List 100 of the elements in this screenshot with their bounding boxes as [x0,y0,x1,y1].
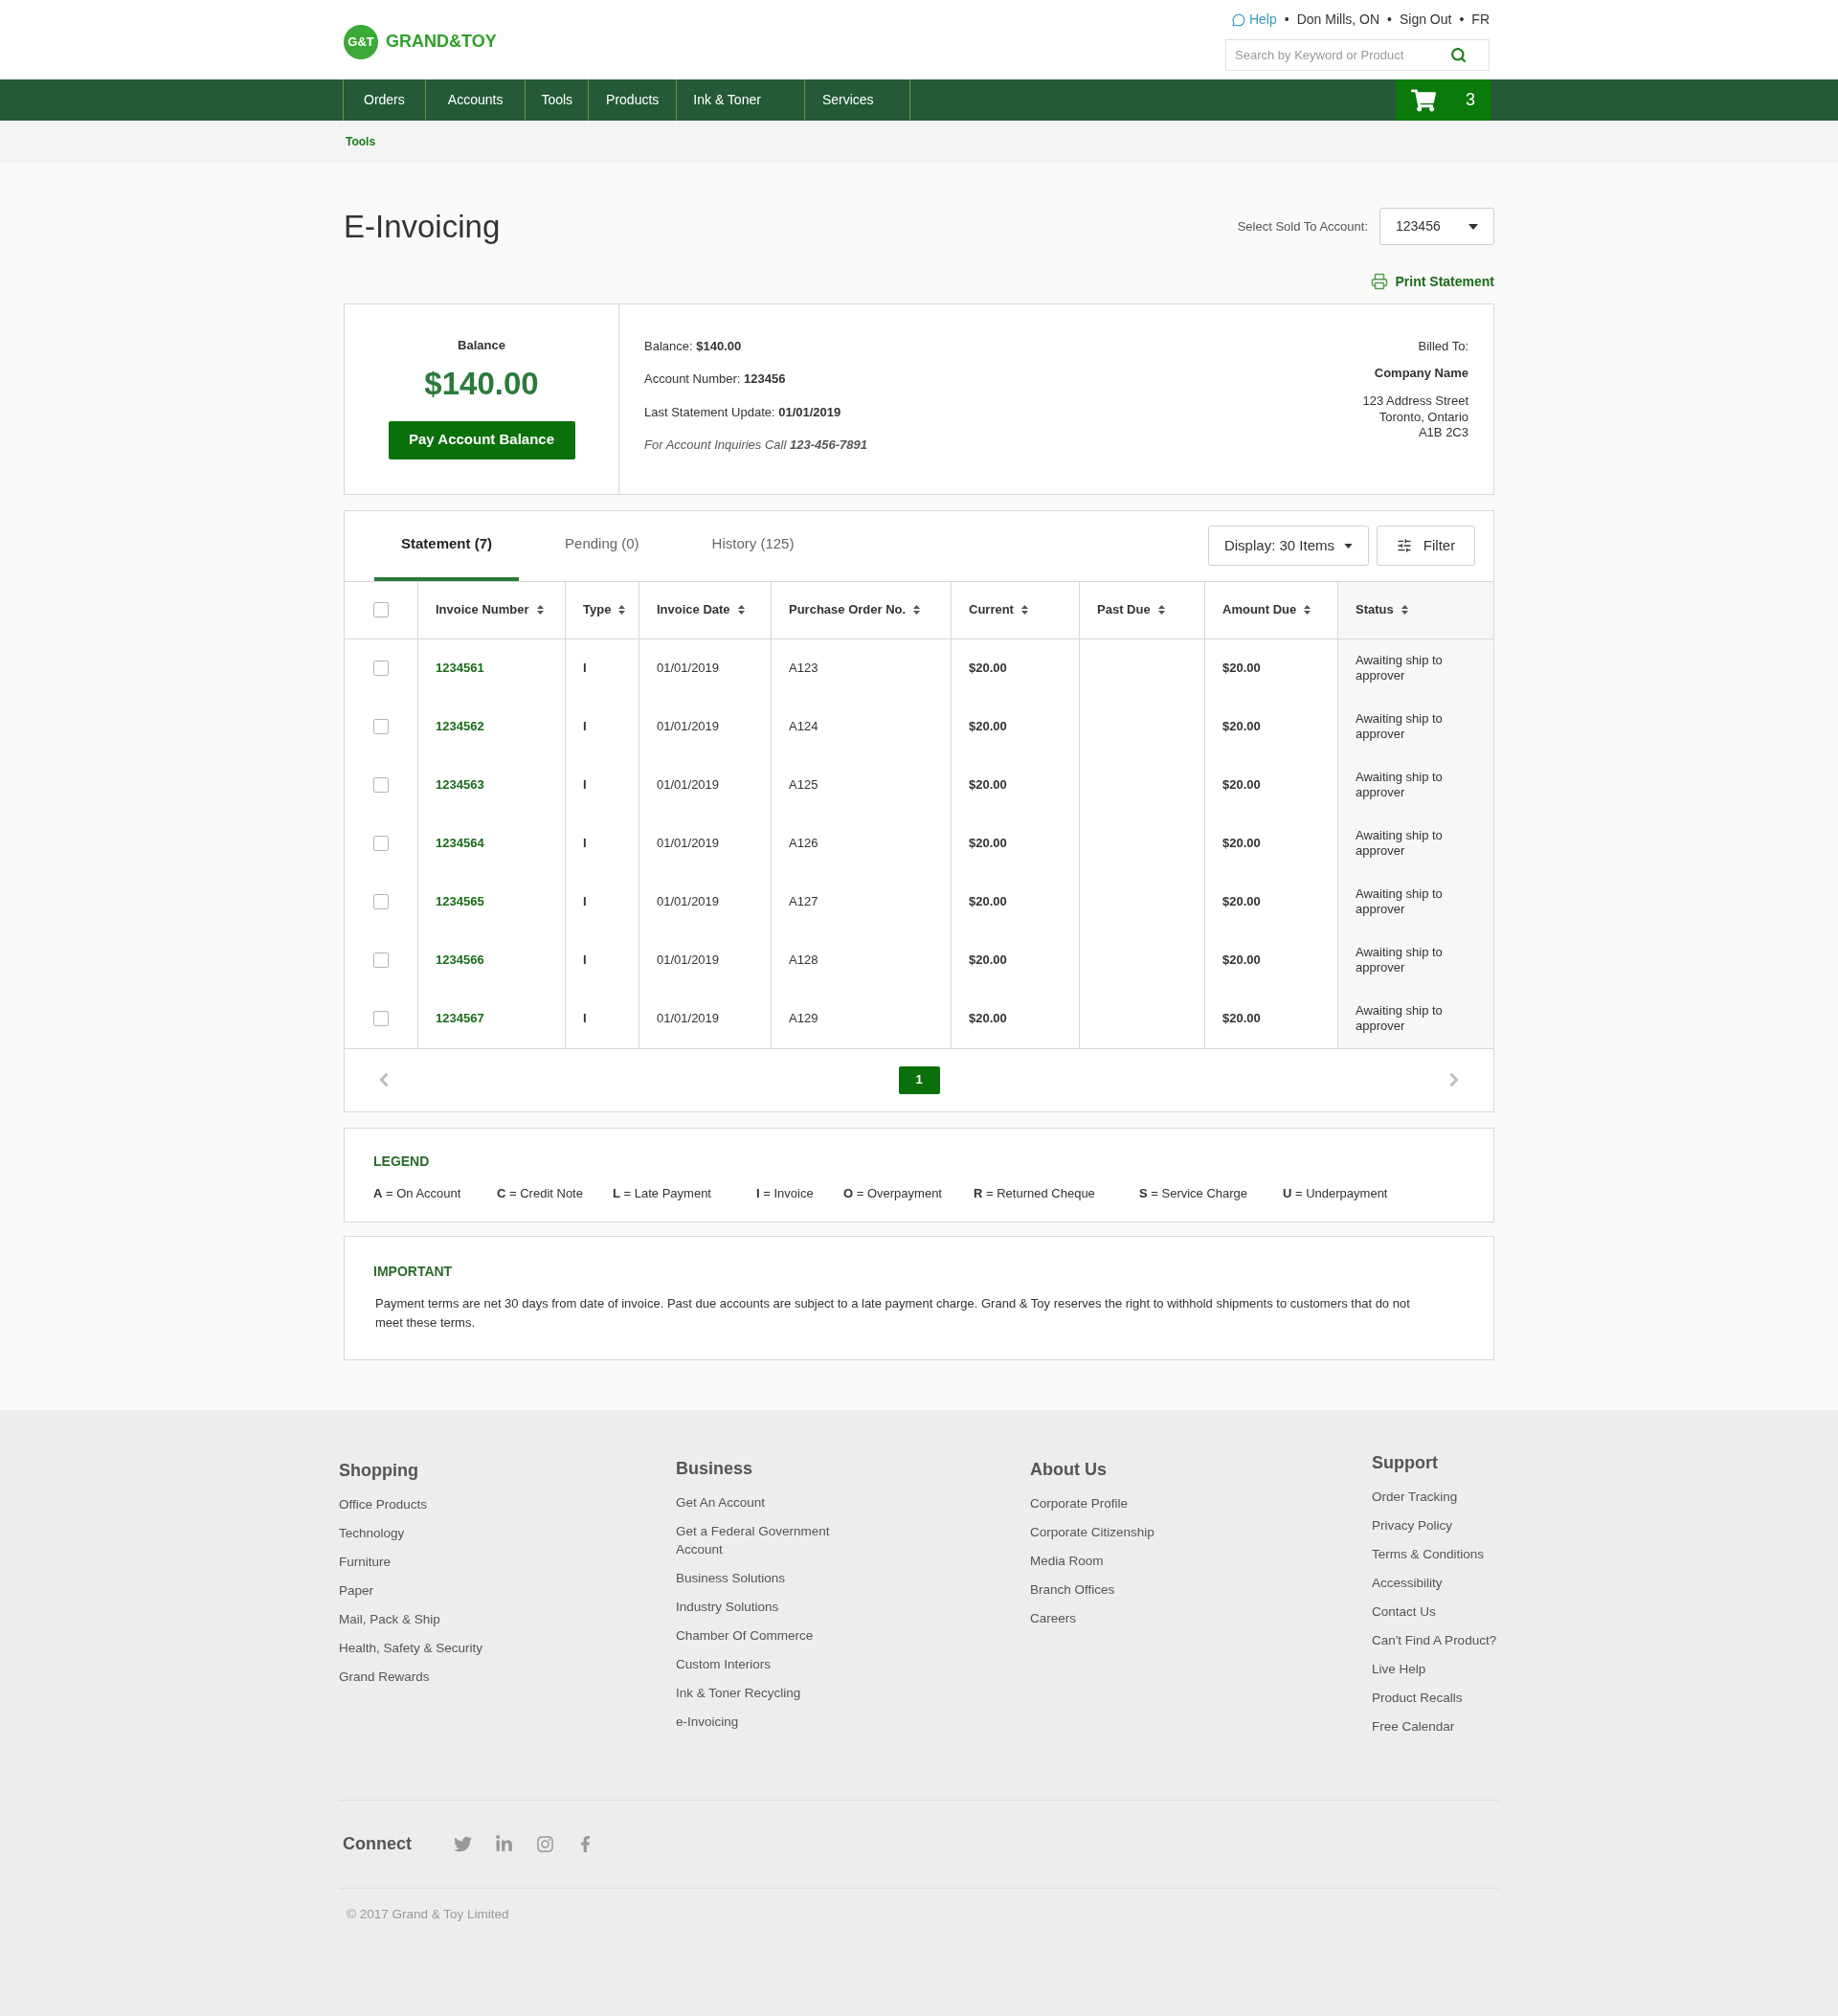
invoice-link[interactable]: 1234565 [436,892,484,911]
table-cell-text: A125 [789,776,818,795]
column-header[interactable]: Current [952,581,1080,638]
footer-link[interactable]: Technology [339,1523,521,1542]
table-cell-text: I [583,893,587,911]
instagram-icon[interactable] [536,1834,554,1853]
footer-link[interactable]: Corporate Profile [1030,1493,1212,1512]
column-header[interactable]: Invoice Number [418,581,566,638]
display-select[interactable]: Display: 30 Items [1207,526,1369,566]
filter-button[interactable]: Filter [1377,526,1475,566]
invoice-link[interactable]: 1234564 [436,834,484,853]
print-statement-link[interactable]: Print Statement [1370,271,1494,292]
column-header[interactable]: Invoice Date [639,581,772,638]
footer-link[interactable]: Live Help [1372,1659,1554,1678]
account-detail: Account Number: 123456 [644,370,787,388]
sign-out-link[interactable]: Sign Out [1399,10,1452,30]
footer-link[interactable]: Get a Federal Government Account [676,1521,858,1558]
sort-icon [618,605,626,615]
location-text: Don Mills, ON [1296,11,1380,29]
tab[interactable]: History (125) [684,510,821,581]
table-cell-text: 01/01/2019 [657,718,720,736]
checkbox[interactable] [373,661,389,676]
balance-amount: $140.00 [424,365,539,403]
table-cell-text: $20.00 [1222,1010,1261,1028]
checkbox[interactable] [373,836,389,851]
linkedin-icon[interactable] [495,1834,513,1853]
sort-icon [1157,605,1165,615]
invoice-link[interactable]: 1234566 [436,951,484,970]
legend-item: A = On Account [373,1184,462,1202]
footer-link[interactable]: Health, Safety & Security [339,1638,521,1657]
table-cell-text: A126 [789,835,818,853]
table-cell-text: 01/01/2019 [657,660,720,678]
footer-link[interactable]: Accessibility [1372,1573,1554,1592]
footer-link[interactable]: Product Recalls [1372,1688,1554,1707]
table-cell-text: Awaiting ship to approver [1356,886,1444,917]
footer-heading: Business [676,1457,754,1480]
footer-link[interactable]: Chamber Of Commerce [676,1625,858,1645]
checkbox[interactable] [373,894,389,909]
checkbox[interactable] [373,719,389,734]
table-cell-text: 01/01/2019 [657,776,720,795]
invoice-link[interactable]: 1234562 [436,717,484,736]
footer-link[interactable]: Privacy Policy [1372,1515,1554,1534]
invoice-link[interactable]: 1234561 [436,659,484,678]
language-link[interactable]: FR [1471,10,1490,30]
footer-link[interactable]: Furniture [339,1552,521,1571]
legend-item: C = Credit Note [497,1184,584,1202]
footer-link[interactable]: Business Solutions [676,1568,858,1587]
footer-link[interactable]: Careers [1030,1608,1212,1627]
footer-heading: About Us [1030,1458,1108,1481]
cart-count: 3 [1466,89,1475,111]
column-header[interactable]: Past Due [1080,581,1205,638]
table-cell-text: $20.00 [969,835,1007,853]
tab[interactable]: Pending (0) [538,510,666,581]
footer-link[interactable]: Contact Us [1372,1602,1554,1621]
address-line: 123 Address Street [1362,392,1468,410]
table-cell-text: I [583,660,587,678]
footer-link[interactable]: e-Invoicing [676,1712,858,1731]
search-field[interactable]: Search by Keyword or Product [1225,39,1490,71]
footer-link[interactable]: Corporate Citizenship [1030,1522,1212,1541]
table-cell-text: $20.00 [969,718,1007,736]
invoice-link[interactable]: 1234563 [436,775,484,795]
column-header[interactable]: Purchase Order No. [772,581,952,638]
breadcrumb-link[interactable]: Tools [346,133,376,150]
sort-icon [1304,605,1311,615]
checkbox[interactable] [373,602,389,617]
footer-link[interactable]: Office Products [339,1494,521,1513]
connect-label: Connect [343,1832,412,1855]
table-cell-text: 01/01/2019 [657,952,720,970]
footer-heading: Support [1372,1451,1439,1474]
twitter-icon[interactable] [454,1834,472,1853]
column-header[interactable]: Status [1338,581,1493,638]
footer-link[interactable]: Custom Interiors [676,1654,858,1673]
footer-link[interactable]: Media Room [1030,1551,1212,1570]
footer-link[interactable]: Order Tracking [1372,1487,1554,1506]
checkbox[interactable] [373,777,389,793]
column-header[interactable]: Type [566,581,639,638]
account-select[interactable]: 123456 [1379,208,1494,246]
footer-link[interactable]: Industry Solutions [676,1597,858,1616]
invoice-link[interactable]: 1234567 [436,1009,484,1028]
footer-link[interactable]: Mail, Pack & Ship [339,1609,521,1628]
footer-link[interactable]: Free Calendar [1372,1716,1554,1736]
table-cell-text: A128 [789,952,818,970]
cart-icon [1411,87,1436,113]
table-cell-text: I [583,1010,587,1028]
table-cell-text: I [583,776,587,795]
tab[interactable]: Statement (7) [374,510,520,581]
footer-link[interactable]: Can't Find A Product? [1372,1630,1554,1649]
footer-link[interactable]: Terms & Conditions [1372,1544,1554,1563]
checkbox[interactable] [373,952,389,968]
footer-link[interactable]: Get An Account [676,1492,858,1512]
footer-link[interactable]: Grand Rewards [339,1667,521,1686]
search-icon[interactable] [1450,47,1467,63]
checkbox[interactable] [373,1011,389,1026]
pay-account-balance-button[interactable]: Pay Account Balance [388,420,575,459]
footer-link[interactable]: Ink & Toner Recycling [676,1683,858,1702]
table-cell-text: A129 [789,1010,818,1028]
footer-link[interactable]: Paper [339,1580,521,1600]
cart-button[interactable]: 3 [1396,79,1491,121]
footer-link[interactable]: Branch Offices [1030,1579,1212,1599]
page-button[interactable]: 1 [898,1065,940,1094]
